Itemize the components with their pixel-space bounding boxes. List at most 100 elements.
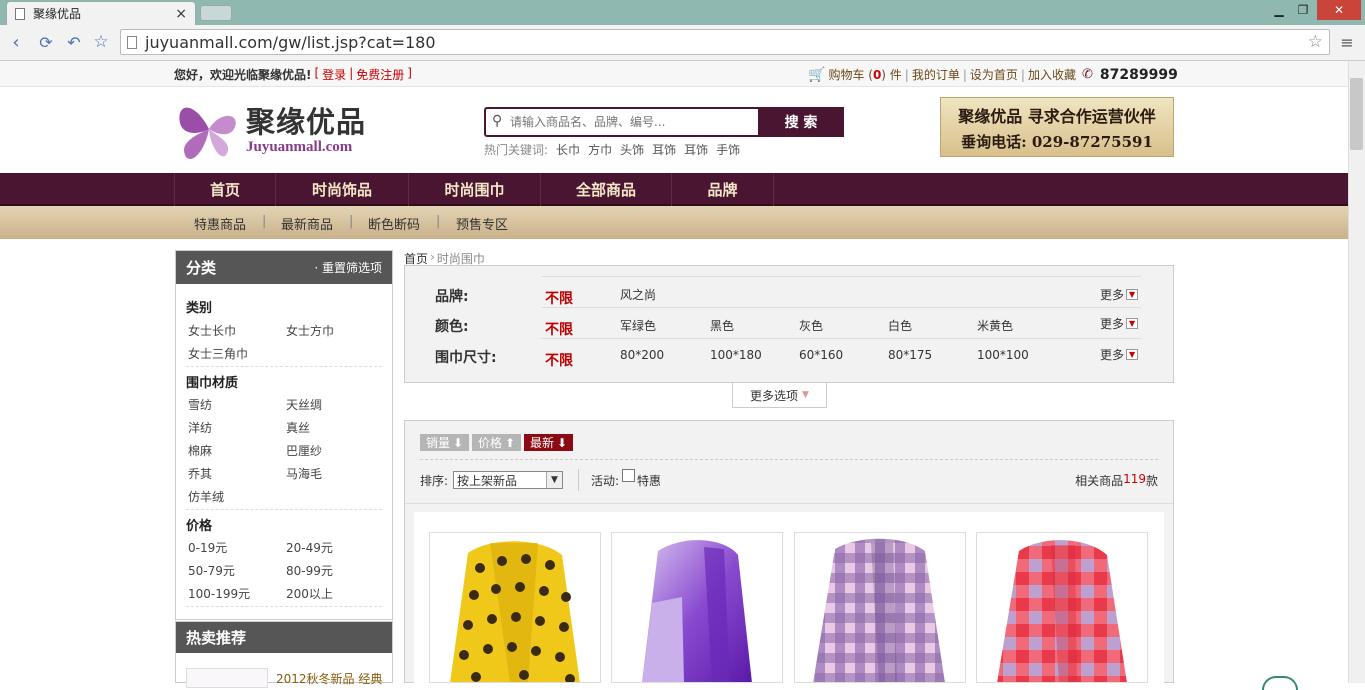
product-card[interactable]	[976, 532, 1148, 683]
page-scrollbar[interactable]	[1348, 61, 1365, 683]
option-cotton-linen[interactable]: 棉麻	[188, 442, 212, 459]
group-title-type: 类别	[186, 301, 213, 316]
refresh-icon[interactable]: ⟳	[35, 31, 57, 53]
option-georgette[interactable]: 洋纺	[188, 419, 212, 436]
specials-checkbox-label[interactable]: 特惠	[637, 472, 661, 489]
logo-cn: 聚缘优品	[246, 105, 367, 139]
group-title-material: 围巾材质	[186, 376, 239, 391]
sort-by-price-tab[interactable]: 价格 ⬆	[472, 434, 522, 451]
option-price-50-79[interactable]: 50-79元	[188, 562, 235, 579]
option-chiffon[interactable]: 雪纺	[188, 396, 212, 413]
filter-brand-more[interactable]: 更多 ▼	[1100, 286, 1139, 303]
filter-color-beige[interactable]: 米黄色	[977, 317, 1013, 334]
cart-icon: 🛒	[808, 66, 826, 83]
hot-item-thumbnail[interactable]	[186, 668, 268, 688]
option-silk[interactable]: 真丝	[286, 419, 310, 436]
hot-keyword[interactable]: 长巾	[556, 141, 580, 158]
filter-size-more[interactable]: 更多 ▼	[1100, 346, 1139, 363]
specials-checkbox[interactable]	[622, 469, 635, 482]
filter-color-gray[interactable]: 灰色	[799, 317, 823, 334]
address-bar[interactable]: juyuanmall.com/gw/list.jsp?cat=180 ☆	[120, 29, 1330, 55]
option-price-0-19[interactable]: 0-19元	[188, 539, 227, 556]
hot-keyword[interactable]: 耳饰	[652, 141, 676, 158]
option-mohair[interactable]: 马海毛	[286, 465, 322, 482]
product-card[interactable]	[611, 532, 783, 683]
option-price-200-plus[interactable]: 200以上	[286, 585, 333, 602]
partner-banner[interactable]: 聚缘优品 寻求合作运营伙伴 垂询电话: 029-87275591	[940, 97, 1174, 157]
login-link[interactable]: 登录	[322, 66, 346, 83]
product-image-yellow-polka-dot-scarf[interactable]	[430, 533, 601, 683]
search-input[interactable]	[510, 112, 755, 132]
cart-link[interactable]: 购物车 (0) 件	[828, 66, 901, 83]
product-image-purple-gradient-scarf[interactable]	[612, 533, 783, 683]
sort-select[interactable]: 按上架新品 ▼	[453, 471, 563, 489]
hot-keyword[interactable]: 手饰	[716, 141, 740, 158]
option-georgette-2[interactable]: 乔其	[188, 465, 212, 482]
nav-brands[interactable]: 品牌	[672, 173, 774, 206]
option-faux-cashmere[interactable]: 仿羊绒	[188, 488, 224, 505]
back-icon[interactable]: ‹	[5, 31, 27, 53]
option-tencel[interactable]: 天丝绸	[286, 396, 322, 413]
search-button[interactable]: 搜 索	[758, 107, 844, 137]
favorite-link[interactable]: 加入收藏	[1028, 66, 1076, 83]
option-long-scarf[interactable]: 女士长巾	[188, 322, 236, 339]
filter-size-60x160[interactable]: 60*160	[799, 348, 843, 362]
filter-size-100x100[interactable]: 100*100	[977, 348, 1029, 362]
hot-keyword[interactable]: 方巾	[588, 141, 612, 158]
new-tab-button[interactable]	[200, 5, 232, 21]
filter-color-more[interactable]: 更多 ▼	[1100, 315, 1139, 332]
nav-fashion-scarves[interactable]: 时尚围巾	[409, 173, 541, 206]
subnav-newest[interactable]: 最新商品	[281, 214, 333, 233]
option-triangle-scarf[interactable]: 女士三角巾	[188, 345, 248, 362]
filter-color-black[interactable]: 黑色	[710, 317, 734, 334]
product-image-lavender-plaid-scarf[interactable]	[795, 533, 966, 683]
product-image-pink-red-check-scarf[interactable]	[977, 533, 1148, 683]
filter-size-80x200[interactable]: 80*200	[620, 348, 664, 362]
subnav-presale[interactable]: 预售专区	[456, 214, 508, 233]
sort-by-sales-tab[interactable]: 销量 ⬇	[420, 434, 470, 451]
sort-by-newest-tab[interactable]: 最新 ⬇	[524, 434, 574, 451]
star-bookmark-icon[interactable]: ☆	[90, 31, 112, 53]
option-voile[interactable]: 巴厘纱	[286, 442, 322, 459]
hot-item-title[interactable]: 2012秋冬新品 经典	[276, 670, 382, 687]
filter-color-white[interactable]: 白色	[888, 317, 912, 334]
register-link[interactable]: 免费注册	[356, 66, 404, 83]
undo-icon[interactable]: ↶	[63, 31, 85, 53]
hot-keyword[interactable]: 头饰	[620, 141, 644, 158]
option-square-scarf[interactable]: 女士方巾	[286, 322, 334, 339]
menu-icon[interactable]: ≡	[1336, 31, 1358, 53]
product-card[interactable]	[794, 532, 966, 683]
filter-color-army-green[interactable]: 军绿色	[620, 317, 656, 334]
bookmark-star-icon[interactable]: ☆	[1308, 32, 1323, 52]
option-price-20-49[interactable]: 20-49元	[286, 539, 333, 556]
window-close-icon[interactable]: ✕	[1317, 0, 1361, 20]
divider	[541, 338, 1141, 339]
nav-all-products[interactable]: 全部商品	[541, 173, 672, 206]
floating-widget-icon[interactable]	[1262, 676, 1298, 690]
option-price-80-99[interactable]: 80-99元	[286, 562, 333, 579]
filter-brand-any[interactable]: 不限	[545, 288, 573, 308]
filter-size-any[interactable]: 不限	[545, 350, 573, 370]
nav-home[interactable]: 首页	[174, 173, 276, 206]
maximize-icon[interactable]: ❐	[1292, 0, 1314, 20]
minimize-icon[interactable]: ▁	[1268, 0, 1290, 20]
tab-close-icon[interactable]: ×	[175, 6, 187, 22]
hot-sellers-header: 热卖推荐	[176, 622, 392, 653]
subnav-discontinued[interactable]: 断色断码	[368, 214, 420, 233]
filter-brand-option[interactable]: 风之尚	[620, 286, 656, 303]
set-home-link[interactable]: 设为首页	[970, 66, 1018, 83]
nav-fashion-accessories[interactable]: 时尚饰品	[276, 173, 409, 206]
site-logo[interactable]: 聚缘优品 Juyuanmall.com	[174, 95, 384, 163]
reset-filters-link[interactable]: · 重置筛选项	[314, 259, 382, 276]
option-price-100-199[interactable]: 100-199元	[188, 585, 250, 602]
orders-link[interactable]: 我的订单	[912, 66, 960, 83]
filter-size-100x180[interactable]: 100*180	[710, 348, 762, 362]
product-card[interactable]	[429, 532, 601, 683]
subnav-specials[interactable]: 特惠商品	[194, 214, 246, 233]
hot-keyword[interactable]: 耳饰	[684, 141, 708, 158]
scrollbar-thumb[interactable]	[1350, 78, 1363, 150]
filter-size-80x175[interactable]: 80*175	[888, 348, 932, 362]
filter-color-any[interactable]: 不限	[545, 319, 573, 339]
more-options-button[interactable]: 更多选项 ▼	[732, 383, 827, 408]
browser-tab[interactable]: 聚缘优品 ×	[6, 1, 196, 25]
